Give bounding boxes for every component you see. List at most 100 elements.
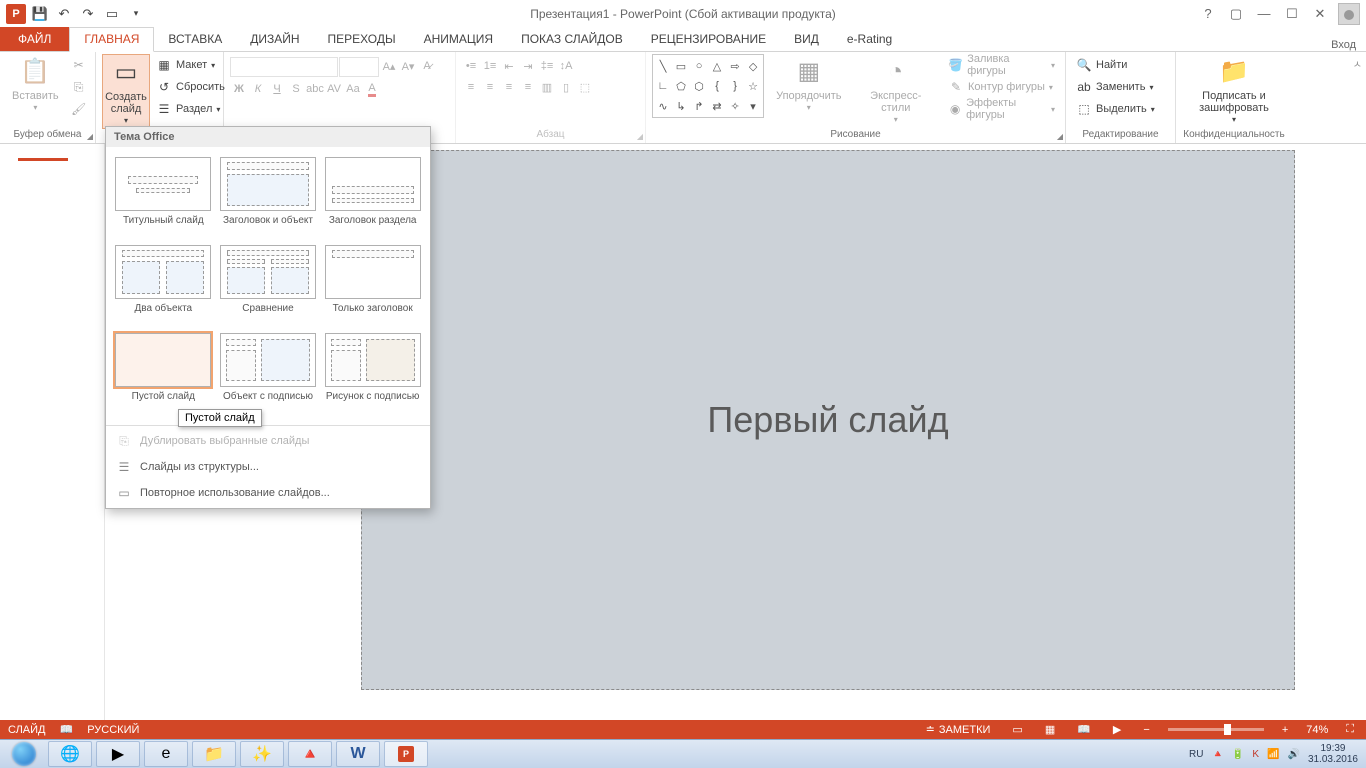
reset-button[interactable]: ↺Сбросить [152,76,229,98]
columns-button[interactable]: ▥ [538,78,556,96]
tab-erating[interactable]: e-Rating [833,28,906,51]
change-case-button[interactable]: Aa [344,80,362,98]
layout-button[interactable]: ▦Макет▾ [152,54,229,76]
bold-button[interactable]: Ж [230,80,248,98]
arrange-button[interactable]: ▦ Упорядочить▾ [770,54,847,115]
replace-button[interactable]: abЗаменить▾ [1072,76,1159,98]
strikethrough-button[interactable]: abc [306,80,324,98]
save-button[interactable]: 💾 [28,2,52,26]
line-spacing-button[interactable]: ‡≡ [538,57,556,75]
user-avatar[interactable] [1338,3,1360,25]
tray-battery-icon[interactable]: 🔋 [1232,749,1244,760]
tray-volume-icon[interactable]: 🔊 [1287,749,1299,760]
help-button[interactable]: ? [1194,3,1222,25]
ribbon-display-button[interactable]: ▢ [1222,3,1250,25]
taskbar-media-player[interactable]: ▶ [96,741,140,767]
layout-title-slide[interactable]: Титульный слайд [112,155,215,241]
decrease-font-button[interactable]: A▾ [399,57,417,75]
align-text-button[interactable]: ▯ [557,78,575,96]
paragraph-dialog-launcher[interactable]: ◢ [637,132,643,141]
layout-picture-caption[interactable]: Рисунок с подписью [321,331,424,417]
redo-button[interactable]: ↷ [76,2,100,26]
font-color-button[interactable]: A [363,80,381,98]
increase-indent-button[interactable]: ⇥ [519,57,537,75]
copy-button[interactable]: ⎘ [67,76,91,98]
tray-vlc-icon[interactable]: 🔺 [1211,749,1223,760]
view-sorter-button[interactable]: ▦ [1041,723,1059,736]
taskbar-ie[interactable]: e [144,741,188,767]
tab-review[interactable]: РЕЦЕНЗИРОВАНИЕ [637,28,780,51]
bullets-button[interactable]: •≡ [462,57,480,75]
layout-title-only[interactable]: Только заголовок [321,243,424,329]
layout-blank[interactable]: Пустой слайд [112,331,215,417]
zoom-level[interactable]: 74% [1306,724,1328,736]
italic-button[interactable]: К [249,80,267,98]
tray-av-icon[interactable]: K [1252,749,1259,760]
font-family-combo[interactable] [230,57,338,77]
taskbar-powerpoint[interactable]: P [384,741,428,767]
tab-transitions[interactable]: ПЕРЕХОДЫ [314,28,410,51]
slides-from-outline-item[interactable]: ☰Слайды из структуры... [106,454,430,480]
view-slideshow-button[interactable]: ▶ [1109,723,1125,736]
taskbar-word[interactable]: W [336,741,380,767]
taskbar-vlc[interactable]: 🔺 [288,741,332,767]
tab-design[interactable]: ДИЗАЙН [236,28,313,51]
tray-network-icon[interactable]: 📶 [1267,749,1279,760]
format-painter-button[interactable]: 🖌 [67,98,91,120]
shadow-button[interactable]: S [287,80,305,98]
zoom-in-button[interactable]: + [1278,724,1292,736]
quick-styles-button[interactable]: ◔ Экспресс-стили▾ [854,54,938,127]
tab-file[interactable]: ФАЙЛ [0,27,69,51]
start-button[interactable] [4,741,44,767]
view-reading-button[interactable]: 📖 [1073,723,1095,736]
section-button[interactable]: ☰Раздел▾ [152,98,229,120]
slide[interactable]: Первый слайд [361,150,1295,690]
paste-button[interactable]: 📋 Вставить ▾ [6,54,65,115]
layout-two-content[interactable]: Два объекта [112,243,215,329]
text-direction-button[interactable]: ↕A [557,57,575,75]
taskbar-explorer[interactable]: 📁 [192,741,236,767]
tab-animations[interactable]: АНИМАЦИЯ [410,28,507,51]
cut-button[interactable]: ✂ [67,54,91,76]
clear-formatting-button[interactable]: A̷ [418,57,436,75]
duplicate-slides-item[interactable]: ⎘Дублировать выбранные слайды [106,428,430,454]
underline-button[interactable]: Ч [268,80,286,98]
clipboard-dialog-launcher[interactable]: ◢ [87,132,93,141]
layout-content-caption[interactable]: Объект с подписью [217,331,320,417]
new-slide-button[interactable]: ▭ Создать слайд ▾ [102,54,150,129]
char-spacing-button[interactable]: AV [325,80,343,98]
align-center-button[interactable]: ≡ [481,78,499,96]
collapse-ribbon-button[interactable]: ㅅ [1353,56,1362,71]
undo-button[interactable]: ↶ [52,2,76,26]
smartart-button[interactable]: ⬚ [576,78,594,96]
sign-in-link[interactable]: Вход [1331,39,1366,51]
start-from-beginning-button[interactable]: ▭ [100,2,124,26]
shape-outline-button[interactable]: ✎Контур фигуры▾ [944,76,1059,98]
zoom-out-button[interactable]: − [1139,724,1153,736]
font-size-combo[interactable] [339,57,379,77]
slide-thumbnails-pane[interactable] [0,144,105,720]
taskbar-chrome[interactable]: 🌐 [48,741,92,767]
status-slide[interactable]: СЛАЙД [8,724,46,736]
tab-home[interactable]: ГЛАВНАЯ [69,27,154,52]
qat-customize-button[interactable]: ▾ [124,2,148,26]
reuse-slides-item[interactable]: ▭Повторное использование слайдов... [106,480,430,506]
shape-fill-button[interactable]: 🪣Заливка фигуры▾ [944,54,1059,76]
sign-encrypt-button[interactable]: 📁 Подписать и зашифровать▾ [1182,54,1286,127]
select-button[interactable]: ⬚Выделить▾ [1072,98,1159,120]
status-language[interactable]: РУССКИЙ [87,724,139,736]
minimize-button[interactable]: — [1250,3,1278,25]
justify-button[interactable]: ≡ [519,78,537,96]
notes-button[interactable]: ≐ЗАМЕТКИ [922,723,995,736]
layout-section-header[interactable]: Заголовок раздела [321,155,424,241]
maximize-button[interactable]: ☐ [1278,3,1306,25]
tab-insert[interactable]: ВСТАВКА [154,28,236,51]
layout-title-content[interactable]: Заголовок и объект [217,155,320,241]
shape-effects-button[interactable]: ◉Эффекты фигуры▾ [944,98,1059,120]
find-button[interactable]: 🔍Найти [1072,54,1159,76]
tray-clock[interactable]: 19:39 31.03.2016 [1308,743,1358,765]
shapes-gallery[interactable]: ╲▭○△⇨◇ ∟⬠⬡{}☆ ∿↳↱⇄✧▾ [652,54,764,118]
numbering-button[interactable]: 1≡ [481,57,499,75]
decrease-indent-button[interactable]: ⇤ [500,57,518,75]
zoom-slider[interactable] [1168,728,1264,731]
